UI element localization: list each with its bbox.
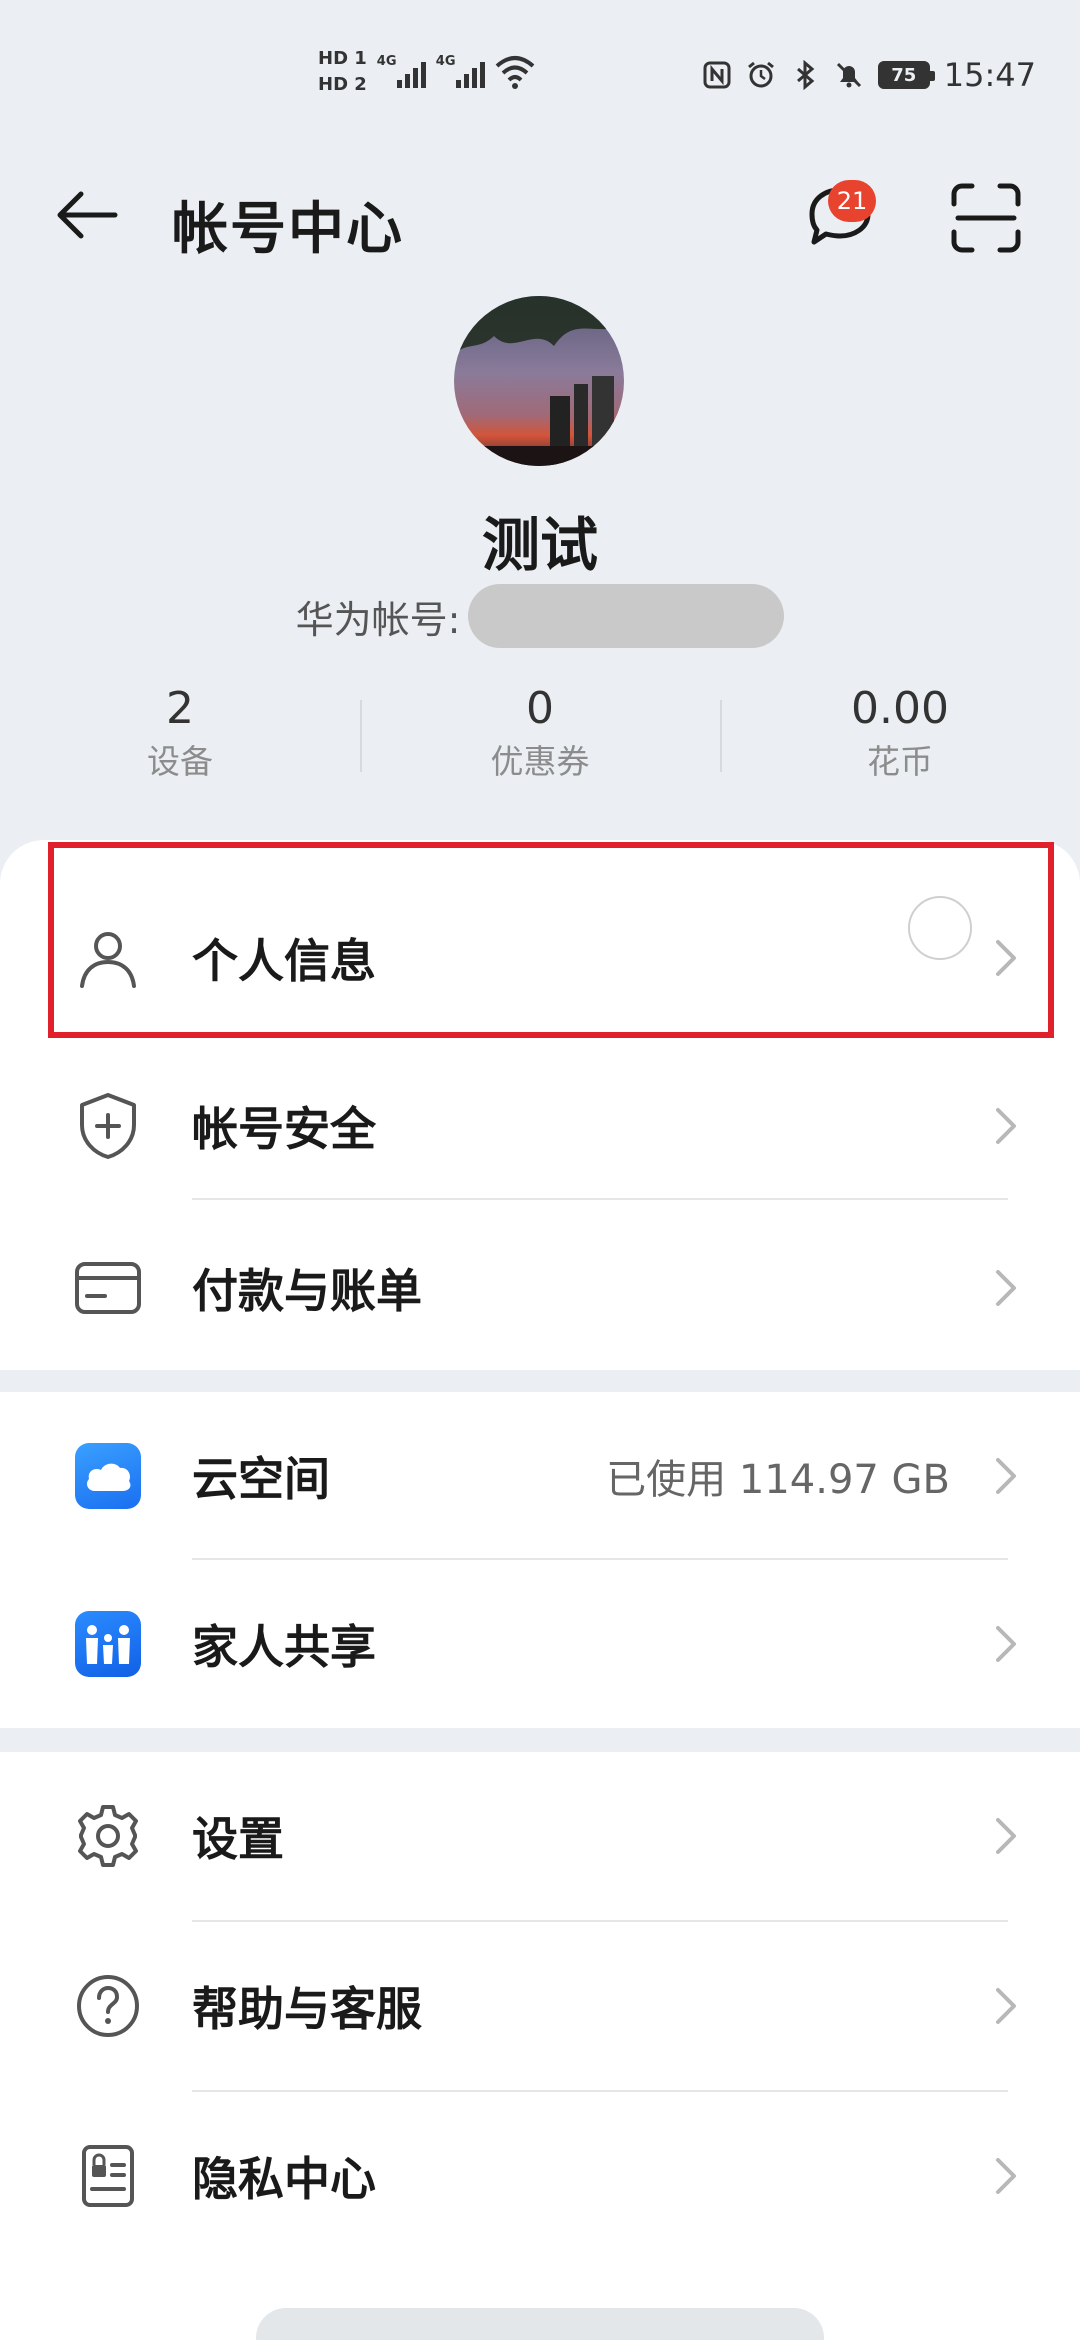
- stat-devices-value: 2: [166, 683, 194, 734]
- stats-row: 2 设备 0 优惠券 0.00 花币: [0, 680, 1080, 800]
- services-card: 云空间 已使用 114.97 GB 家人共享: [0, 1392, 1080, 1728]
- chevron-right-icon: [996, 1270, 1016, 1306]
- menu-item-settings[interactable]: 设置: [0, 1752, 1080, 1920]
- page-title: 帐号中心: [172, 197, 404, 262]
- menu-label-payment-bills: 付款与账单: [192, 1264, 422, 1318]
- sim2-label: HD 2: [318, 74, 367, 95]
- menu-item-help-service[interactable]: 帮助与客服: [0, 1922, 1080, 2090]
- gear-icon: [68, 1796, 148, 1876]
- stat-coins-value: 0.00: [851, 683, 949, 734]
- username: 测试: [481, 511, 598, 579]
- menu-label-cloud-space: 云空间: [192, 1452, 330, 1506]
- sim1-indicator: HD 1: [318, 48, 367, 70]
- menu-item-payment-bills[interactable]: 付款与账单: [0, 1204, 1080, 1372]
- status-bar: HD 1 HD 2 4G 4G 75 15:47: [0, 0, 1080, 150]
- battery-level: 75: [891, 64, 917, 86]
- sim2-indicator: HD 2: [318, 74, 367, 96]
- cloud-space-usage: 已使用 114.97 GB: [606, 1457, 950, 1503]
- alarm-icon: [747, 61, 774, 88]
- selection-highlight: [48, 842, 1054, 1038]
- avatar-image: [454, 296, 624, 466]
- menu-item-account-security[interactable]: 帐号安全: [0, 1042, 1080, 1210]
- menu-label-account-security: 帐号安全: [192, 1102, 376, 1156]
- menu-label-help-service: 帮助与客服: [192, 1982, 422, 2036]
- support-card: 设置 帮助与客服 隐私中心: [0, 1752, 1080, 2340]
- menu-label-privacy-center: 隐私中心: [192, 2152, 376, 2206]
- message-badge: 21: [828, 180, 876, 222]
- menu-label-family-sharing: 家人共享: [192, 1620, 376, 1674]
- chevron-right-icon: [996, 1626, 1016, 1662]
- account-id-row: 华为帐号:: [0, 584, 1080, 648]
- chevron-right-icon: [996, 1108, 1016, 1144]
- wifi-icon: [495, 56, 535, 89]
- scan-button[interactable]: [948, 180, 1024, 256]
- status-right: 75 15:47: [702, 56, 1036, 94]
- shield-icon: [68, 1086, 148, 1166]
- status-left: HD 1 HD 2 4G 4G: [318, 48, 535, 96]
- back-button[interactable]: [50, 178, 124, 252]
- cloud-icon: [68, 1436, 148, 1516]
- back-arrow-icon: [57, 191, 118, 239]
- bluetooth-icon: [796, 60, 815, 90]
- stat-coins[interactable]: 0.00 花币: [720, 680, 1080, 800]
- menu-label-settings: 设置: [192, 1812, 284, 1866]
- menu-item-privacy-center[interactable]: 隐私中心: [0, 2092, 1080, 2260]
- card-icon: [68, 1248, 148, 1328]
- mute-icon: [836, 62, 861, 88]
- stat-devices-label: 设备: [147, 742, 213, 781]
- signal-2-icon: 4G: [435, 54, 485, 88]
- header: 帐号中心 21: [0, 150, 1080, 280]
- chevron-right-icon: [996, 1818, 1016, 1854]
- divider: [192, 1198, 1008, 1200]
- stat-devices[interactable]: 2 设备: [0, 680, 360, 800]
- sim1-label: HD 1: [318, 48, 367, 69]
- privacy-icon: [68, 2136, 148, 2216]
- chevron-right-icon: [996, 1988, 1016, 2024]
- touch-indicator: [908, 896, 972, 960]
- avatar[interactable]: [454, 296, 624, 466]
- sim-indicators: HD 1 HD 2: [318, 48, 367, 96]
- account-id-redacted: [468, 584, 785, 648]
- stat-coupons[interactable]: 0 优惠券: [360, 680, 720, 800]
- chevron-right-icon: [996, 1458, 1016, 1494]
- stat-coins-label: 花币: [867, 742, 933, 781]
- network2-label: 4G: [435, 54, 456, 69]
- nfc-icon: [703, 61, 731, 89]
- family-icon: [68, 1604, 148, 1684]
- bottom-sheet-handle[interactable]: [256, 2308, 824, 2340]
- help-icon: [68, 1966, 148, 2046]
- menu-item-family-sharing[interactable]: 家人共享: [0, 1560, 1080, 1728]
- battery-indicator: 75: [877, 61, 935, 89]
- account-label: 华为帐号:: [295, 597, 461, 642]
- menu-item-cloud-space[interactable]: 云空间 已使用 114.97 GB: [0, 1392, 1080, 1560]
- network1-label: 4G: [376, 54, 397, 69]
- stat-coupons-value: 0: [526, 683, 554, 734]
- chevron-right-icon: [996, 2158, 1016, 2194]
- signal-1-icon: 4G: [376, 54, 426, 88]
- stat-coupons-label: 优惠券: [490, 742, 590, 781]
- clock: 15:47: [943, 56, 1036, 94]
